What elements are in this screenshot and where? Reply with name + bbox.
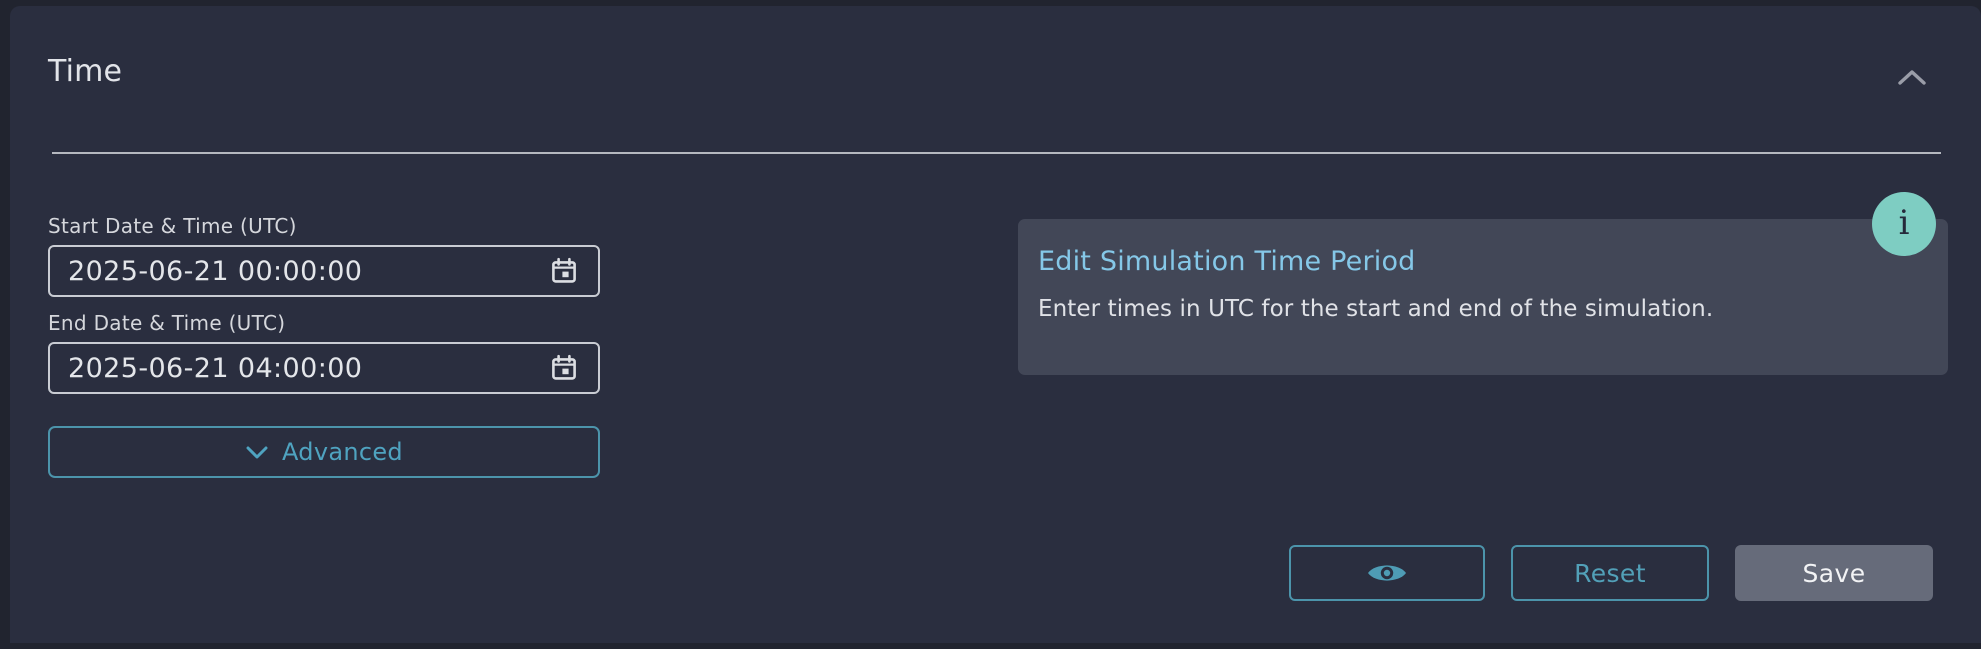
chevron-up-icon — [1891, 62, 1933, 94]
start-datetime-input[interactable]: 2025-06-21 00:00:00 — [48, 245, 600, 297]
footer-actions: Reset Save — [1289, 545, 1933, 601]
calendar-icon[interactable] — [550, 257, 578, 285]
page-title: Time — [48, 54, 123, 89]
collapse-panel-button[interactable] — [1891, 62, 1933, 94]
eye-icon — [1365, 559, 1409, 587]
advanced-toggle-button[interactable]: Advanced — [48, 426, 600, 478]
time-settings-panel: Time Start Date & Time (UTC) 2025-06-21 … — [10, 6, 1981, 643]
end-datetime-input[interactable]: 2025-06-21 04:00:00 — [48, 342, 600, 394]
tooltip-title: Edit Simulation Time Period — [1038, 246, 1416, 277]
save-button[interactable]: Save — [1735, 545, 1933, 601]
info-button[interactable]: i — [1872, 192, 1936, 256]
info-tooltip: Edit Simulation Time Period Enter times … — [1018, 219, 1948, 375]
panel-header: Time — [10, 6, 1981, 156]
reset-button[interactable]: Reset — [1511, 545, 1709, 601]
calendar-icon[interactable] — [550, 354, 578, 382]
header-divider — [52, 152, 1941, 154]
advanced-toggle-label: Advanced — [282, 438, 403, 466]
tooltip-body: Enter times in UTC for the start and end… — [1038, 296, 1714, 322]
end-datetime-label: End Date & Time (UTC) — [48, 311, 286, 335]
start-datetime-value: 2025-06-21 00:00:00 — [68, 255, 363, 287]
time-form: Start Date & Time (UTC) 2025-06-21 00:00… — [48, 214, 608, 478]
end-datetime-value: 2025-06-21 04:00:00 — [68, 352, 363, 384]
start-datetime-label: Start Date & Time (UTC) — [48, 214, 297, 238]
preview-button[interactable] — [1289, 545, 1485, 601]
info-icon: i — [1898, 203, 1910, 243]
chevron-down-icon — [245, 444, 269, 460]
